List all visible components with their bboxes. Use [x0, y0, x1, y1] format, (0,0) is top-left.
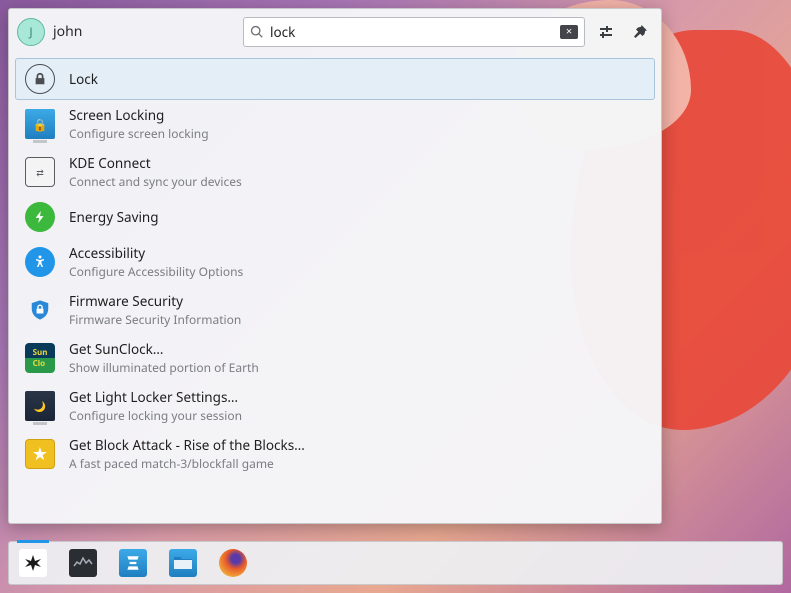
result-sunclock[interactable]: SunClo Get SunClock… Show illuminated po…: [15, 334, 655, 382]
result-subtitle: Firmware Security Information: [69, 311, 241, 328]
application-launcher: J john Lock 🔒 Screen Locking Con: [8, 8, 662, 524]
star-icon: ★: [25, 439, 55, 469]
kde-connect-icon: ⇄: [25, 157, 55, 187]
result-title: Get Light Locker Settings…: [69, 388, 242, 406]
shield-icon: [25, 295, 55, 325]
taskbar: [8, 541, 783, 585]
result-title: Accessibility: [69, 244, 243, 262]
clear-search-button[interactable]: [560, 25, 578, 39]
result-subtitle: Connect and sync your devices: [69, 173, 242, 190]
light-locker-icon: 🌙: [25, 391, 55, 421]
lock-icon: [25, 64, 55, 94]
user-avatar[interactable]: J: [17, 18, 45, 46]
result-block-attack[interactable]: ★ Get Block Attack - Rise of the Blocks……: [15, 430, 655, 478]
kde-logo-icon: [19, 549, 47, 577]
result-energy-saving[interactable]: Energy Saving: [15, 196, 655, 238]
result-subtitle: A fast paced match-3/blockfall game: [69, 455, 305, 472]
result-lock[interactable]: Lock: [15, 58, 655, 100]
taskbar-discover[interactable]: [115, 545, 151, 581]
result-title: Energy Saving: [69, 208, 159, 226]
folder-icon: [169, 549, 197, 577]
result-accessibility[interactable]: Accessibility Configure Accessibility Op…: [15, 238, 655, 286]
configure-button[interactable]: [593, 19, 619, 45]
username-label: john: [53, 22, 82, 41]
search-input[interactable]: [270, 23, 554, 41]
pin-button[interactable]: [627, 19, 653, 45]
taskbar-file-manager[interactable]: [165, 545, 201, 581]
result-title: Screen Locking: [69, 106, 209, 124]
result-firmware-security[interactable]: Firmware Security Firmware Security Info…: [15, 286, 655, 334]
taskbar-firefox[interactable]: [215, 545, 251, 581]
result-title: Lock: [69, 70, 98, 88]
result-subtitle: Configure locking your session: [69, 407, 242, 424]
sunclock-icon: SunClo: [25, 343, 55, 373]
search-icon: [250, 25, 264, 39]
result-screen-locking[interactable]: 🔒 Screen Locking Configure screen lockin…: [15, 100, 655, 148]
taskbar-system-monitor[interactable]: [65, 545, 101, 581]
screen-locking-icon: 🔒: [25, 109, 55, 139]
result-kde-connect[interactable]: ⇄ KDE Connect Connect and sync your devi…: [15, 148, 655, 196]
energy-icon: [25, 202, 55, 232]
discover-icon: [119, 549, 147, 577]
sliders-icon: [598, 24, 614, 40]
search-field-container[interactable]: [243, 17, 585, 47]
result-title: Firmware Security: [69, 292, 241, 310]
search-results-list: Lock 🔒 Screen Locking Configure screen l…: [9, 54, 661, 523]
launcher-header: J john: [9, 9, 661, 54]
result-title: Get SunClock…: [69, 340, 259, 358]
pin-icon: [632, 24, 648, 40]
accessibility-icon: [25, 247, 55, 277]
result-title: KDE Connect: [69, 154, 242, 172]
result-light-locker[interactable]: 🌙 Get Light Locker Settings… Configure l…: [15, 382, 655, 430]
system-monitor-icon: [69, 549, 97, 577]
result-subtitle: Configure screen locking: [69, 125, 209, 142]
result-subtitle: Configure Accessibility Options: [69, 263, 243, 280]
result-subtitle: Show illuminated portion of Earth: [69, 359, 259, 376]
taskbar-launcher-button[interactable]: [15, 545, 51, 581]
result-title: Get Block Attack - Rise of the Blocks…: [69, 436, 305, 454]
firefox-icon: [219, 549, 247, 577]
